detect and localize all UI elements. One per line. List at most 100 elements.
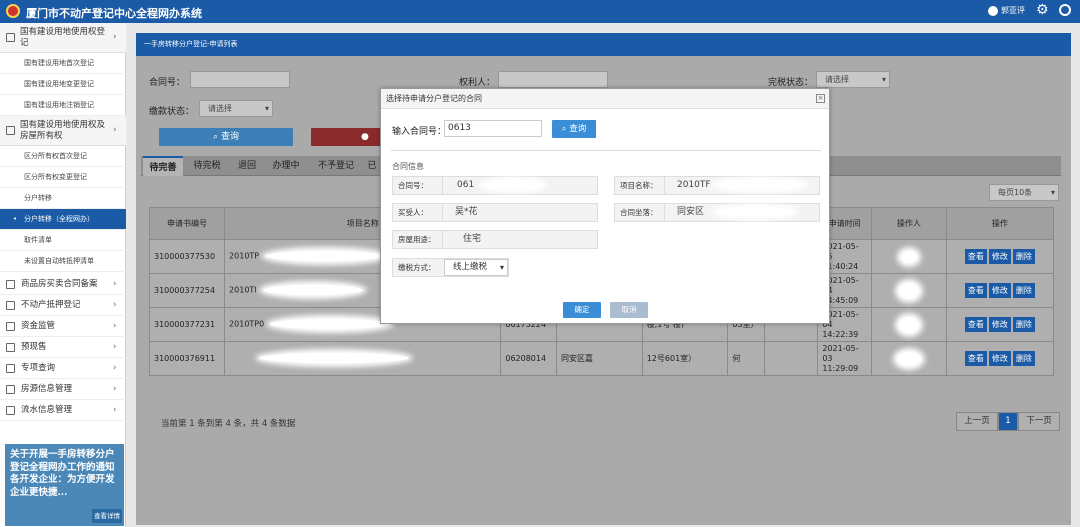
chevron-right-icon: › [113,32,117,42]
tab-pending[interactable]: 待完善 [143,156,183,176]
sidebar-menu-label: 专项查询 [21,363,56,373]
sidebar-item[interactable]: 国有建设用地首次登记 [0,53,126,74]
sidebar-item[interactable]: 区分所有权变更登记 [0,167,126,188]
buyer-field: 买受人： 吴*花 [392,203,598,222]
gear-icon[interactable]: ⚙ [1036,3,1049,17]
sidebar-menu[interactable]: 专项查询 › [0,358,126,379]
chevron-right-icon: › [113,363,117,373]
pagination-summary: 当前第 1 条到第 4 条，共 4 条数据 [161,419,296,429]
search-button[interactable]: ⌕ 查询 [159,128,293,146]
sidebar-menu[interactable]: 商品房买卖合同备案 › [0,274,126,295]
tax-method-select[interactable]: 线上缴税 [444,259,508,276]
page-1-button[interactable]: 1 [998,412,1018,431]
tab-rejected[interactable]: 不予登记 [311,156,361,176]
field-key: 房屋用途： [393,231,443,248]
view-button[interactable]: 查看 [964,317,987,332]
tab-tax[interactable]: 待完税 [187,156,227,176]
document-icon [6,343,15,352]
sidebar-item[interactable]: 区分所有权首次登记 [0,146,126,167]
view-button[interactable]: 查看 [964,351,987,366]
project-name [224,341,502,376]
sidebar-menu-label: 资金监管 [21,321,56,331]
blank [763,341,819,376]
redaction [270,319,391,330]
delete-button[interactable]: 删除 [1012,249,1035,264]
sidebar-menu[interactable]: 房源信息管理 › [0,379,126,400]
dialog-query-button[interactable]: ⌕ 查询 [552,120,596,138]
close-icon[interactable]: × [816,94,825,103]
edit-button[interactable]: 修改 [988,351,1011,366]
field-key: 合同号： [393,177,443,194]
sidebar-menu[interactable]: 预现售 › [0,337,126,358]
redaction [900,250,917,263]
confirm-button[interactable]: 确定 [563,302,601,318]
sidebar-item[interactable]: 分户转移 [0,188,126,209]
sidebar-menu[interactable]: 不动产抵押登记 › [0,295,126,316]
apply-time: 2021-05-03 11:29:09 [817,341,872,376]
redaction [715,208,795,216]
app-no: 310000377254 [148,273,226,308]
view-button[interactable]: 查看 [964,283,987,298]
app-no: 310000376911 [148,341,226,376]
sidebar-item-active[interactable]: 分户转移（全程网办） [0,209,126,230]
redaction [715,181,805,189]
sidebar-menu[interactable]: 资金监管 › [0,316,126,337]
redaction [896,351,921,366]
sidebar: 国有建设用地使用权登记 › 国有建设用地首次登记 国有建设用地变更登记 国有建设… [0,23,126,527]
edit-button[interactable]: 修改 [988,283,1011,298]
tab-returned[interactable]: 退回 [231,156,263,176]
sidebar-item[interactable]: 取件清单 [0,230,126,251]
tab-done[interactable]: 已 [365,156,379,176]
delete-button[interactable]: 删除 [1012,283,1035,298]
user-name: 郭亚评 [1001,6,1025,15]
tax-status-select[interactable]: 请选择 [816,71,890,88]
sidebar-group-label: 国有建设用地使用权及房屋所有权 [20,120,106,141]
building-icon [6,33,15,42]
field-key: 项目名称： [615,177,665,194]
search-button-label: 查询 [220,132,239,142]
chevron-right-icon: › [113,279,117,289]
sidebar-menu-label: 商品房买卖合同备案 [21,279,98,289]
sidebar-item[interactable]: 未设置自动转抵押清单 [0,251,126,272]
prev-page-button[interactable]: 上一页 [956,412,998,431]
project-name-text: 2010TI [229,285,257,295]
list-icon [6,406,15,415]
page-size-select[interactable]: 每页10条 [989,184,1059,201]
edit-button[interactable]: 修改 [988,317,1011,332]
holder-input[interactable] [498,71,608,88]
col-operator: 操作人 [870,207,947,240]
tab-processing[interactable]: 办理中 [265,156,307,176]
contract-no-field[interactable]: 0613 [444,120,542,137]
user-menu[interactable]: 郭亚评 [988,5,1025,16]
project-field: 项目名称： 2010TF [614,176,820,195]
power-icon[interactable] [1059,4,1071,16]
edit-button[interactable]: 修改 [988,249,1011,264]
next-page-button[interactable]: 下一页 [1018,412,1060,431]
delete-button[interactable]: 删除 [1012,317,1035,332]
pay-status-select[interactable]: 请选择 [199,100,273,117]
sidebar-group-house[interactable]: 国有建设用地使用权及房屋所有权 › [0,116,126,146]
sidebar-menu[interactable]: 流水信息管理 › [0,400,126,421]
sidebar-menu-label: 预现售 [21,342,47,352]
view-button[interactable]: 查看 [964,249,987,264]
field-value: 同安区 [677,207,705,217]
location-field: 合同坐落： 同安区 [614,203,820,222]
delete-button[interactable]: 删除 [1012,351,1035,366]
edit-icon [6,301,15,310]
top-bar: 厦门市不动产登记中心全程网办系统 郭亚评 ⚙ [0,0,1080,23]
sidebar-item[interactable]: 国有建设用地变更登记 [0,74,126,95]
cancel-button[interactable]: 取消 [610,302,648,318]
sidebar-item[interactable]: 国有建设用地注销登记 [0,95,126,116]
operator [870,341,947,376]
sidebar-group-land[interactable]: 国有建设用地使用权登记 › [0,23,126,53]
notice-banner[interactable]: 关于开展一手房转移分户登记全程网办工作的通知各开发企业：为方便开发企业更快捷..… [5,444,124,526]
notice-text: 关于开展一手房转移分户登记全程网办工作的通知各开发企业：为方便开发企业更快捷..… [10,449,115,498]
new-button[interactable]: ● [311,128,381,146]
avatar [988,5,998,16]
redaction [259,353,410,364]
contract-field: 合同号： 061 [392,176,598,195]
app-no: 310000377530 [148,239,226,274]
notice-more-link[interactable]: 查看详情 [92,508,122,523]
contract-no-input[interactable] [190,71,290,88]
operator [870,307,947,342]
